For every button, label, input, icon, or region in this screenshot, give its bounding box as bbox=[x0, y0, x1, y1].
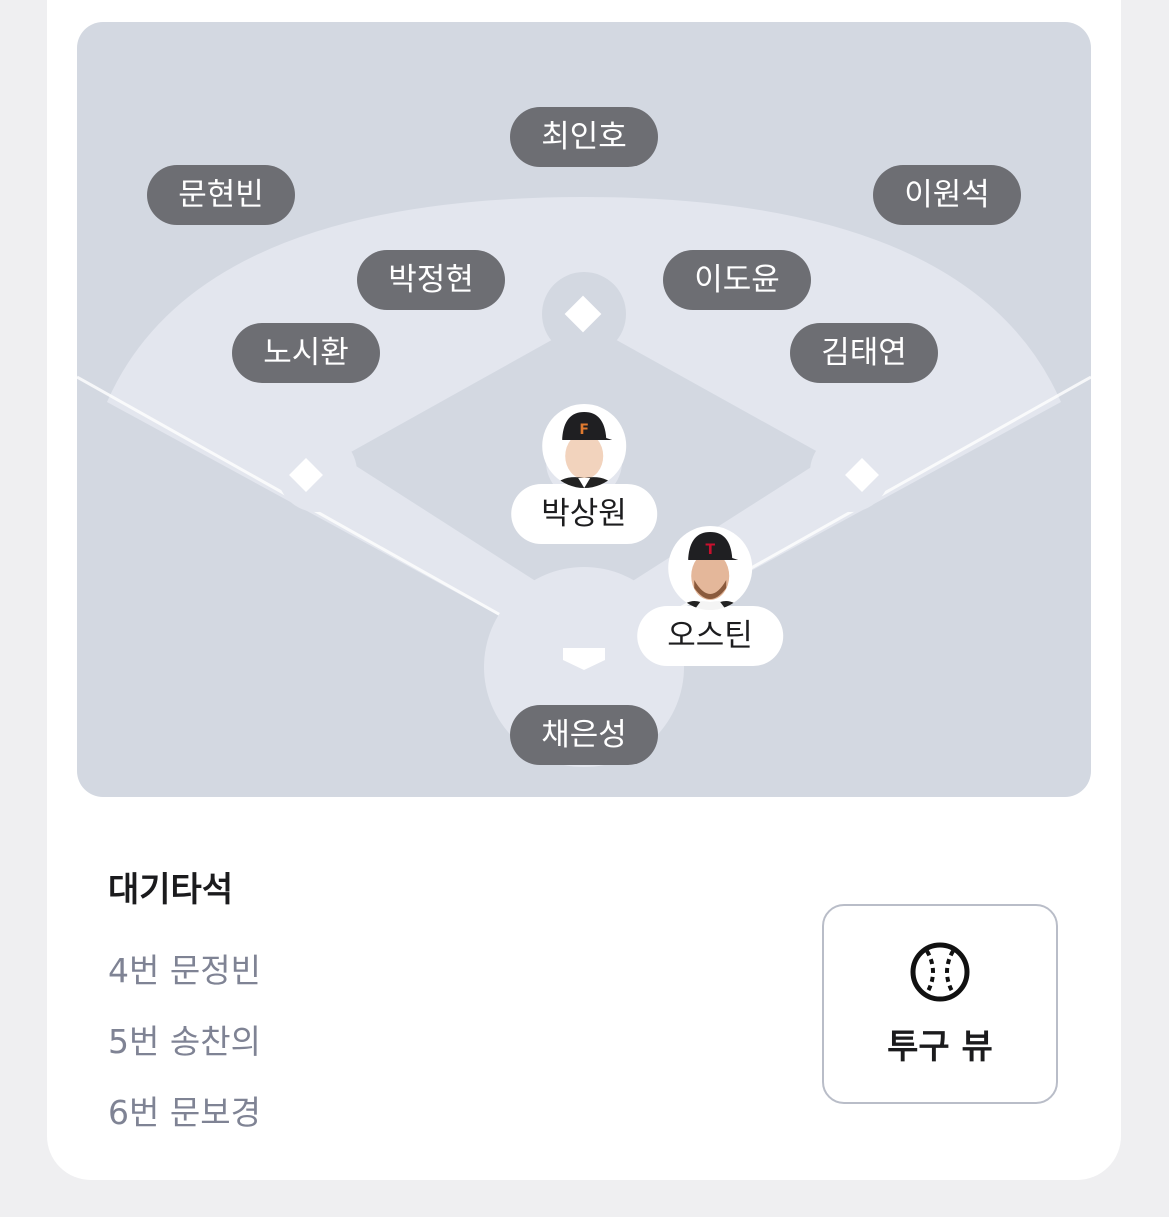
fielder-3b[interactable]: 노시환 bbox=[232, 323, 380, 383]
fielder-ss[interactable]: 박정현 bbox=[357, 250, 505, 310]
pitcher-name: 박상원 bbox=[511, 484, 657, 544]
pitch-view-button[interactable]: 투구 뷰 bbox=[822, 904, 1058, 1104]
pitcher-avatar: F bbox=[542, 404, 626, 488]
fielder-1b[interactable]: 김태연 bbox=[790, 323, 938, 383]
fielder-rf[interactable]: 이원석 bbox=[873, 165, 1021, 225]
pitcher[interactable]: F 박상원 bbox=[511, 404, 657, 544]
batter-name: 오스틴 bbox=[637, 606, 783, 666]
fielder-c[interactable]: 채은성 bbox=[510, 705, 658, 765]
fielder-2b[interactable]: 이도윤 bbox=[663, 250, 811, 310]
fielder-cf[interactable]: 최인호 bbox=[510, 107, 658, 167]
on-deck-title: 대기타석 bbox=[108, 870, 234, 910]
fielder-lf[interactable]: 문현빈 bbox=[147, 165, 295, 225]
on-deck-item: 5번 송찬의 bbox=[108, 1022, 261, 1061]
baseball-icon bbox=[909, 941, 971, 1007]
on-deck-item: 6번 문보경 bbox=[108, 1093, 261, 1132]
on-deck-item: 4번 문정빈 bbox=[108, 951, 261, 990]
pitch-view-label: 투구 뷰 bbox=[887, 1026, 993, 1067]
svg-text:F: F bbox=[579, 422, 589, 438]
svg-text:T: T bbox=[705, 542, 715, 558]
batter-avatar: T bbox=[668, 526, 752, 610]
batter[interactable]: T 오스틴 bbox=[637, 526, 783, 666]
